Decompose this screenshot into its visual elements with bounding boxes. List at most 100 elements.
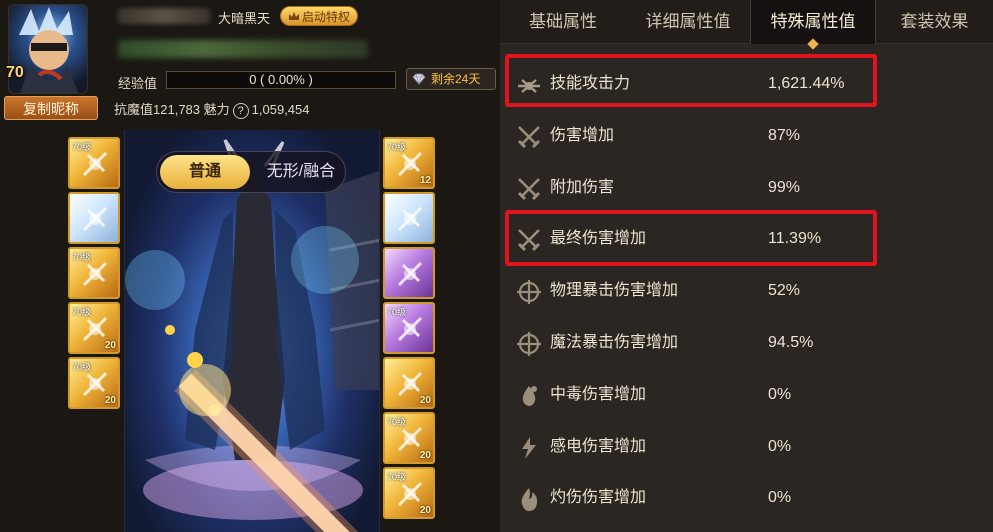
equipment-slot[interactable]: 70级: [383, 302, 435, 354]
item-enhance-level: 20: [104, 340, 116, 351]
view-mode-toggle: 普通 无形/融合: [156, 151, 346, 193]
equipment-item-icon: [82, 206, 108, 232]
remaining-days-label: 剩余24天: [431, 72, 481, 86]
attribute-panel: 基础属性 详细属性值 特殊属性值 套装效果 技能攻击力 1,621.44% 伤害增加…: [500, 0, 993, 532]
tab-label: 基础属性: [529, 12, 597, 31]
item-level: 70级: [387, 417, 407, 427]
attribute-row: 技能攻击力 1,621.44%: [500, 60, 993, 112]
attribute-label: 附加伤害: [550, 178, 615, 196]
equipment-slot[interactable]: 70级 20: [68, 302, 120, 354]
attribute-value: 52%: [768, 282, 801, 300]
crossed-swords-icon: [517, 229, 541, 252]
attribute-value: 87%: [768, 126, 801, 144]
equipment-slot[interactable]: 70级: [68, 137, 120, 189]
tab-detailed-attributes[interactable]: 详细属性值: [626, 0, 750, 44]
title-redacted: [118, 40, 368, 58]
flame-icon: [521, 488, 538, 512]
tab-set-effects[interactable]: 套装效果: [876, 0, 993, 44]
equipment-slot[interactable]: 20: [383, 357, 435, 409]
item-enhance-level: 20: [419, 450, 431, 461]
attribute-value: 0%: [768, 437, 792, 455]
attribute-label: 灼伤伤害增加: [550, 489, 647, 507]
item-enhance-level: 12: [419, 175, 431, 186]
attribute-row: 最终伤害增加 11.39%: [500, 215, 993, 267]
item-enhance-level: 20: [419, 505, 431, 516]
attribute-label: 最终伤害增加: [550, 230, 647, 248]
nickname-redacted: [118, 8, 210, 24]
skill-attack-icon: [518, 79, 540, 93]
crown-icon: [288, 12, 299, 20]
item-level: 70级: [72, 362, 92, 372]
attribute-row: 魔法暴击伤害增加 94.5%: [500, 319, 993, 371]
attribute-value: 99%: [768, 178, 801, 196]
stats-line: 抗魔值121,783 魅力? 1,059,454: [114, 99, 310, 119]
lightning-icon: [522, 436, 536, 459]
exp-label: 经验值: [118, 76, 158, 91]
equipment-slot[interactable]: [383, 247, 435, 299]
equipment-item-icon: [397, 316, 423, 342]
mode-normal-button[interactable]: 普通: [160, 155, 250, 189]
level-badge: 70: [6, 64, 24, 81]
attribute-row: 灼伤伤害增加 0%: [500, 474, 993, 526]
active-tab-indicator: [807, 38, 819, 50]
equipment-slot[interactable]: 70级 20: [383, 412, 435, 464]
privilege-label: 启动特权: [301, 10, 350, 24]
tab-label: 详细属性值: [645, 12, 731, 31]
attribute-value: 1,621.44%: [768, 75, 845, 92]
attribute-row: 附加伤害 99%: [500, 164, 993, 216]
tab-special-attributes[interactable]: 特殊属性值: [750, 0, 876, 50]
remaining-days-button[interactable]: 剩余24天: [406, 68, 496, 90]
copy-nickname-button[interactable]: 复制昵称: [4, 96, 98, 120]
help-icon[interactable]: ?: [232, 102, 249, 119]
item-level: 70级: [72, 307, 92, 317]
equipment-slot[interactable]: 70级 20: [68, 357, 120, 409]
guild-name: 大暗黑天: [218, 11, 271, 26]
crosshair-icon: [517, 331, 541, 356]
attribute-row: 感电伤害增加 0%: [500, 423, 993, 475]
attribute-label: 中毒伤害增加: [550, 385, 647, 403]
attribute-label: 物理暴击伤害增加: [550, 282, 679, 300]
mode-fusion-button[interactable]: 无形/融合: [257, 155, 345, 189]
item-enhance-level: 20: [104, 395, 116, 406]
item-level: 70级: [72, 252, 92, 262]
equipment-slot[interactable]: 70级 12: [383, 137, 435, 189]
attribute-label: 感电伤害增加: [550, 437, 647, 455]
equipment-slot[interactable]: 70级: [68, 247, 120, 299]
equipment-item-icon: [82, 151, 108, 177]
attribute-row: 伤害增加 87%: [500, 112, 993, 164]
exp-bar: 0 ( 0.00% ): [166, 71, 396, 89]
attribute-value: 94.5%: [768, 333, 814, 351]
item-level: 70级: [387, 472, 407, 482]
crossed-swords-icon: [517, 177, 541, 200]
poison-icon: [522, 385, 537, 406]
tab-label: 套装效果: [900, 12, 969, 31]
attribute-value: 0%: [768, 385, 792, 403]
equipment-item-icon: [397, 206, 423, 232]
charm-label: 魅力: [203, 102, 230, 117]
item-level: 70级: [72, 142, 92, 152]
charm-value: 1,059,454: [251, 102, 310, 117]
attribute-row: 中毒伤害增加 0%: [500, 371, 993, 423]
item-level: 70级: [387, 307, 407, 317]
attribute-label: 魔法暴击伤害增加: [550, 333, 679, 351]
character-info-screen: { "profile": { "level": "70", "guild_nam…: [0, 0, 993, 532]
attribute-row: 物理暴击伤害增加 52%: [500, 267, 993, 319]
equipment-column-right: 70级 12 70级 20 70级 20 70级 20: [383, 137, 435, 522]
tab-basic-attributes[interactable]: 基础属性: [500, 0, 626, 44]
anti-magic-value: 121,783: [153, 102, 201, 117]
equipment-column-left: 70级 70级 70级 20 70级 20: [68, 137, 120, 412]
equipment-slot[interactable]: 70级 20: [383, 467, 435, 519]
attribute-tabs: 基础属性 详细属性值 特殊属性值 套装效果: [500, 0, 993, 50]
equipment-item-icon: [82, 261, 108, 287]
crossed-swords-icon: [517, 125, 541, 148]
attribute-list: 技能攻击力 1,621.44% 伤害增加 87% 附加伤害 99% 最终伤害增加 11.39%…: [500, 60, 993, 526]
equipment-slot[interactable]: [383, 192, 435, 244]
privilege-button[interactable]: 启动特权: [280, 6, 358, 26]
attribute-value: 11.39%: [768, 230, 822, 248]
diamond-icon: [412, 73, 426, 85]
attribute-label: 技能攻击力: [550, 75, 631, 92]
equipment-slot[interactable]: [68, 192, 120, 244]
tab-label: 特殊属性值: [770, 12, 856, 31]
exp-value: 0 ( 0.00% ): [249, 72, 313, 87]
crosshair-icon: [517, 280, 541, 305]
